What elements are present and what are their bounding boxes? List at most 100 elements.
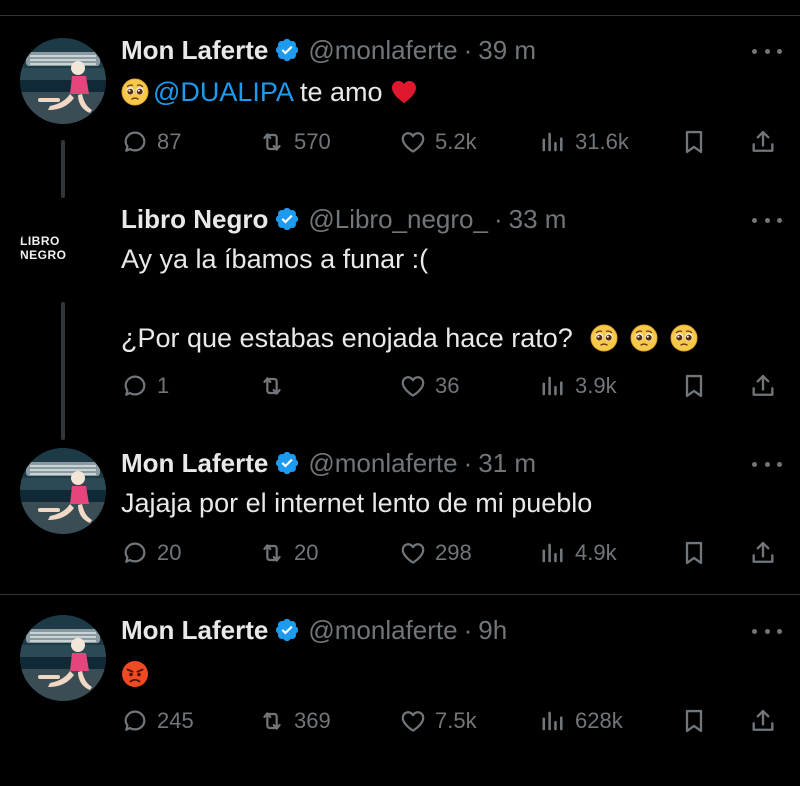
views-count: 628k xyxy=(575,708,623,733)
like-button[interactable]: 298 xyxy=(399,536,472,570)
retweet-icon xyxy=(258,539,286,567)
more-icon[interactable] xyxy=(752,459,782,469)
reply-button[interactable]: 1 xyxy=(121,369,169,403)
bookmark-icon xyxy=(680,128,708,156)
reply-icon xyxy=(121,707,149,735)
pleading-face-icon xyxy=(630,324,658,352)
tweet-text: Jajaja por el internet lento de mi puebl… xyxy=(121,488,593,518)
retweet-icon xyxy=(258,128,286,156)
author-name[interactable]: Libro Negro xyxy=(121,204,268,235)
author-name[interactable]: Mon Laferte xyxy=(121,448,268,479)
tweet-text xyxy=(121,657,153,691)
views-button[interactable]: 4.9k xyxy=(539,536,617,570)
action-bar: 245 369 7.5k 628k xyxy=(121,704,781,738)
like-icon xyxy=(399,128,427,156)
verified-badge-icon xyxy=(274,37,300,63)
like-button[interactable]: 36 xyxy=(399,369,459,403)
reply-icon xyxy=(121,372,149,400)
share-icon xyxy=(749,372,777,400)
views-count: 3.9k xyxy=(575,373,617,398)
author-name[interactable]: Mon Laferte xyxy=(121,615,268,646)
angry-face-icon xyxy=(121,660,149,688)
tweet-text: ¿Por que estabas enojada hace rato? xyxy=(121,321,702,355)
tweet[interactable]: Mon Laferte @monlaferte · 39 m @DUALIPA … xyxy=(0,0,800,190)
share-button[interactable] xyxy=(749,369,777,403)
bookmark-icon xyxy=(680,372,708,400)
mention-link[interactable]: @DUALIPA xyxy=(153,77,292,107)
reply-count: 87 xyxy=(157,129,182,154)
avatar[interactable] xyxy=(20,448,106,534)
more-icon[interactable] xyxy=(752,626,782,636)
retweet-icon xyxy=(258,372,286,400)
avatar[interactable]: LIBRO NEGRO xyxy=(20,205,106,291)
pleading-face-icon xyxy=(590,324,618,352)
share-icon xyxy=(749,539,777,567)
separator: · xyxy=(463,447,473,478)
share-icon xyxy=(749,707,777,735)
more-icon[interactable] xyxy=(752,46,782,56)
share-button[interactable] xyxy=(749,704,777,738)
timestamp[interactable]: 33 m xyxy=(509,204,567,235)
tweet-text-body: te amo xyxy=(299,77,383,107)
verified-badge-icon xyxy=(274,450,300,476)
author-handle[interactable]: @monlaferte xyxy=(308,448,457,479)
pleading-face-icon xyxy=(121,78,149,106)
bookmark-button[interactable] xyxy=(680,125,708,159)
share-button[interactable] xyxy=(749,125,777,159)
share-button[interactable] xyxy=(749,536,777,570)
reply-button[interactable]: 87 xyxy=(121,125,181,159)
timestamp[interactable]: 31 m xyxy=(478,448,536,479)
retweet-button[interactable]: 570 xyxy=(258,125,331,159)
retweet-count: 570 xyxy=(294,129,331,154)
like-icon xyxy=(399,372,427,400)
tweet[interactable]: LIBRO NEGRO Libro Negro @Libro_negro_ · … xyxy=(0,190,800,430)
views-button[interactable]: 3.9k xyxy=(539,369,617,403)
views-button[interactable]: 31.6k xyxy=(539,125,629,159)
retweet-button[interactable] xyxy=(258,369,286,403)
reply-button[interactable]: 245 xyxy=(121,704,194,738)
reply-count: 245 xyxy=(157,708,194,733)
views-count: 4.9k xyxy=(575,540,617,565)
views-icon xyxy=(539,372,567,400)
retweet-button[interactable]: 369 xyxy=(258,704,331,738)
like-count: 5.2k xyxy=(435,129,477,154)
retweet-button[interactable]: 20 xyxy=(258,536,318,570)
separator: · xyxy=(463,614,473,645)
tweet-text-line: Ay ya la íbamos a funar :( xyxy=(121,244,429,274)
action-bar: 20 20 298 4.9k xyxy=(121,536,781,570)
like-icon xyxy=(399,539,427,567)
bookmark-button[interactable] xyxy=(680,704,708,738)
author-handle[interactable]: @monlaferte xyxy=(308,615,457,646)
bookmark-button[interactable] xyxy=(680,536,708,570)
avatar[interactable] xyxy=(20,615,106,701)
author-name[interactable]: Mon Laferte xyxy=(121,35,268,66)
like-count: 298 xyxy=(435,540,472,565)
action-bar: 87 570 5.2k 31.6k xyxy=(121,125,781,159)
timestamp[interactable]: 9h xyxy=(478,615,507,646)
views-button[interactable]: 628k xyxy=(539,704,623,738)
bookmark-button[interactable] xyxy=(680,369,708,403)
reply-button[interactable]: 20 xyxy=(121,536,181,570)
reply-icon xyxy=(121,539,149,567)
views-icon xyxy=(539,128,567,156)
like-button[interactable]: 7.5k xyxy=(399,704,477,738)
reply-count: 1 xyxy=(157,373,170,398)
views-icon xyxy=(539,539,567,567)
author-handle[interactable]: @Libro_negro_ xyxy=(308,204,488,235)
retweet-icon xyxy=(258,707,286,735)
bookmark-icon xyxy=(680,539,708,567)
avatar[interactable] xyxy=(20,38,106,124)
like-button[interactable]: 5.2k xyxy=(399,125,477,159)
verified-badge-icon xyxy=(274,617,300,643)
tweet[interactable]: Mon Laferte @monlaferte · 9h 245 369 7.5… xyxy=(0,595,800,786)
like-icon xyxy=(399,707,427,735)
more-icon[interactable] xyxy=(752,215,782,225)
heart-emoji-icon xyxy=(390,78,418,106)
timestamp[interactable]: 39 m xyxy=(478,35,536,66)
action-bar: 1 36 3.9k xyxy=(121,369,781,403)
tweet-text: @DUALIPA te amo xyxy=(121,75,422,109)
author-handle[interactable]: @monlaferte xyxy=(308,35,457,66)
pleading-face-icon xyxy=(670,324,698,352)
tweet[interactable]: Mon Laferte @monlaferte · 31 m Jajaja po… xyxy=(0,430,800,592)
tweet-text-line: ¿Por que estabas enojada hace rato? xyxy=(121,323,573,353)
